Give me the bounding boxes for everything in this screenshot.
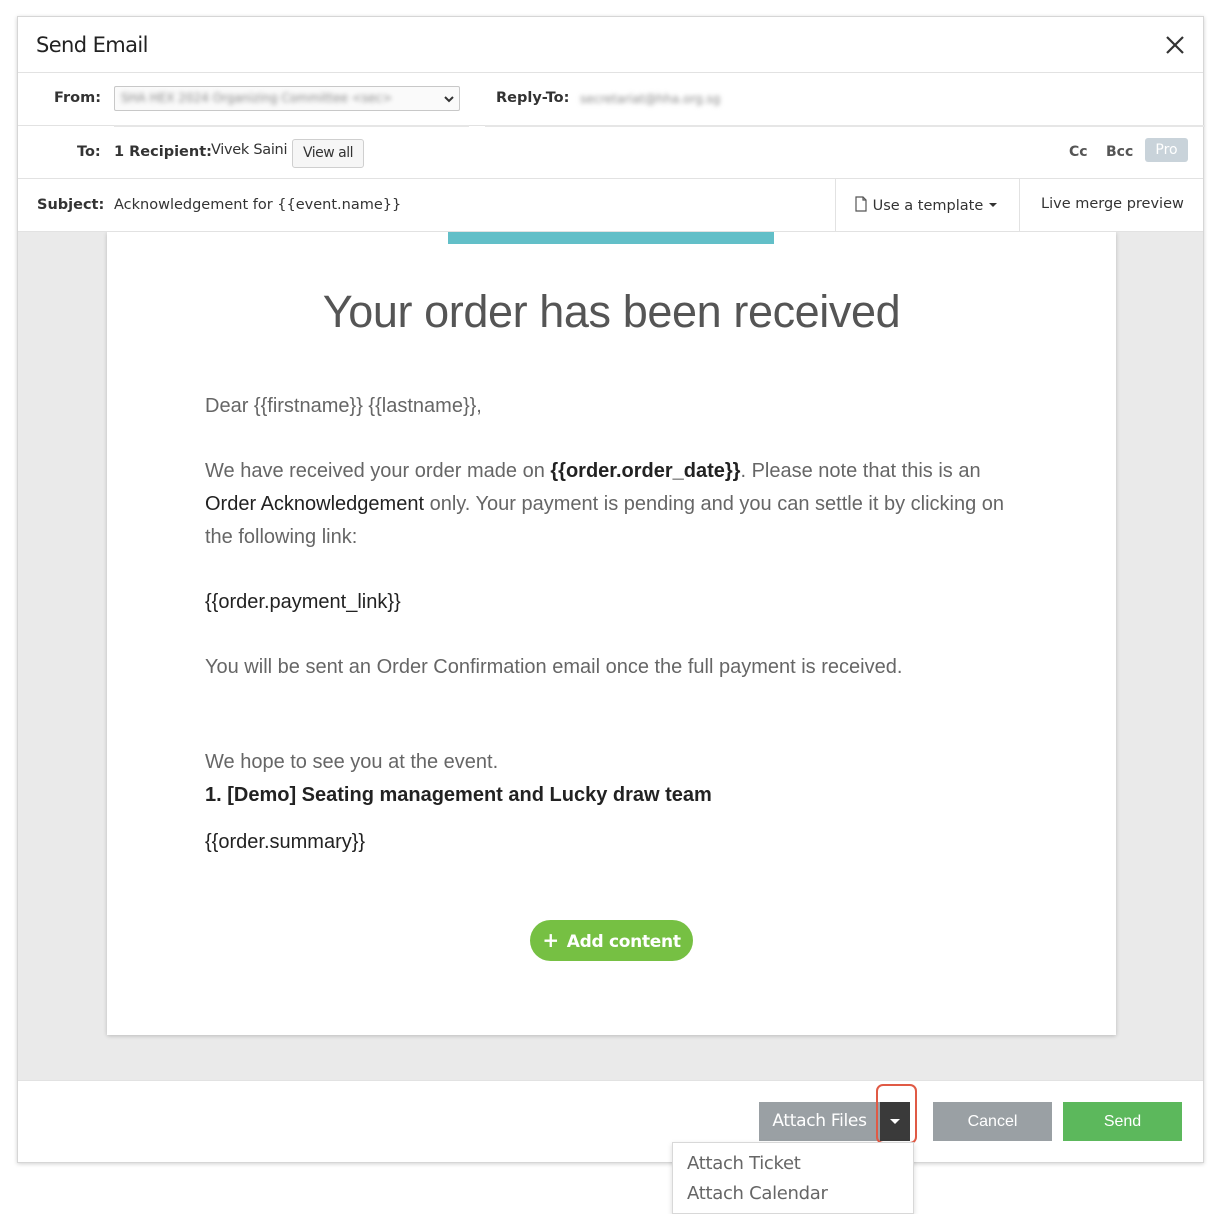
order-summary-token: {{order.summary}}: [205, 831, 366, 853]
from-value: SHA HEX 2024 Organizing Committee <sec>: [121, 91, 393, 105]
live-merge-preview-button[interactable]: Live merge preview: [1041, 196, 1184, 212]
attach-calendar-item[interactable]: Attach Calendar: [687, 1183, 828, 1204]
document-icon: [855, 196, 867, 212]
footer-divider: [18, 1080, 1203, 1081]
close-button[interactable]: [1161, 31, 1189, 59]
pro-badge: Pro: [1145, 138, 1188, 162]
modal-title: Send Email: [36, 33, 148, 57]
attach-ticket-item[interactable]: Attach Ticket: [687, 1153, 801, 1174]
order-text: . Please note that this is an: [740, 460, 981, 482]
recipient-count: 1 Recipient:: [114, 144, 212, 160]
payment-link-token: {{order.payment_link}}: [205, 591, 401, 613]
order-paragraph: We have received your order made on {{or…: [205, 455, 1005, 554]
hope-text: We hope to see you at the event.: [205, 751, 499, 773]
caret-down-icon: [988, 203, 997, 207]
subject-label: Subject:: [37, 197, 105, 213]
order-ack-text: Order Acknowledgement: [205, 493, 425, 515]
attach-files-button[interactable]: Attach Files: [759, 1102, 880, 1141]
from-select[interactable]: SHA HEX 2024 Organizing Committee <sec>: [114, 86, 460, 111]
recipient-name: Vivek Saini: [211, 142, 288, 158]
bcc-button[interactable]: Bcc: [1106, 144, 1133, 160]
greeting: Dear {{firstname}} {{lastname}},: [205, 395, 482, 417]
send-button[interactable]: Send: [1063, 1102, 1182, 1141]
modal-header: Send Email: [18, 17, 1203, 73]
plus-icon: +: [542, 928, 559, 952]
subject-divider: [1019, 179, 1020, 232]
highlight-annotation: [876, 1084, 917, 1144]
from-label: From:: [54, 90, 101, 106]
email-content[interactable]: Your order has been received Dear {{firs…: [107, 232, 1116, 1035]
attach-dropdown-menu: Attach Ticket Attach Calendar: [672, 1142, 914, 1214]
close-icon: [1166, 36, 1184, 54]
from-row: From: SHA HEX 2024 Organizing Committee …: [18, 73, 1205, 127]
email-title: Your order has been received: [322, 286, 901, 337]
header-accent-bar: [448, 232, 774, 244]
team-text: 1. [Demo] Seating management and Lucky d…: [205, 784, 712, 806]
subject-input[interactable]: Acknowledgement for {{event.name}}: [114, 197, 401, 213]
add-content-label: Add content: [566, 932, 681, 952]
add-content-button[interactable]: + Add content: [530, 920, 693, 961]
cancel-button[interactable]: Cancel: [933, 1102, 1052, 1141]
view-all-button[interactable]: View all: [292, 139, 365, 168]
subject-divider: [835, 179, 836, 232]
to-label: To:: [77, 144, 101, 160]
confirmation-text: You will be sent an Order Confirmation e…: [205, 656, 903, 678]
email-editor-area: Your order has been received Dear {{firs…: [18, 232, 1203, 1081]
reply-to-label: Reply-To:: [496, 90, 570, 106]
cc-button[interactable]: Cc: [1069, 144, 1088, 160]
use-template-label: Use a template: [872, 198, 984, 214]
subject-row: Subject: Acknowledgement for {{event.nam…: [18, 179, 1203, 232]
order-date-token: {{order.order_date}}: [550, 460, 741, 482]
order-text: We have received your order made on: [205, 460, 551, 482]
use-template-button[interactable]: Use a template: [854, 196, 998, 214]
chevron-down-icon: [444, 96, 454, 103]
to-row: To: 1 Recipient: Vivek Saini View all Cc…: [18, 126, 1203, 179]
send-email-modal: Send Email From: SHA HEX 2024 Organizing…: [17, 16, 1205, 1163]
reply-to-value[interactable]: secretariat@hha.org.sg: [580, 92, 720, 106]
